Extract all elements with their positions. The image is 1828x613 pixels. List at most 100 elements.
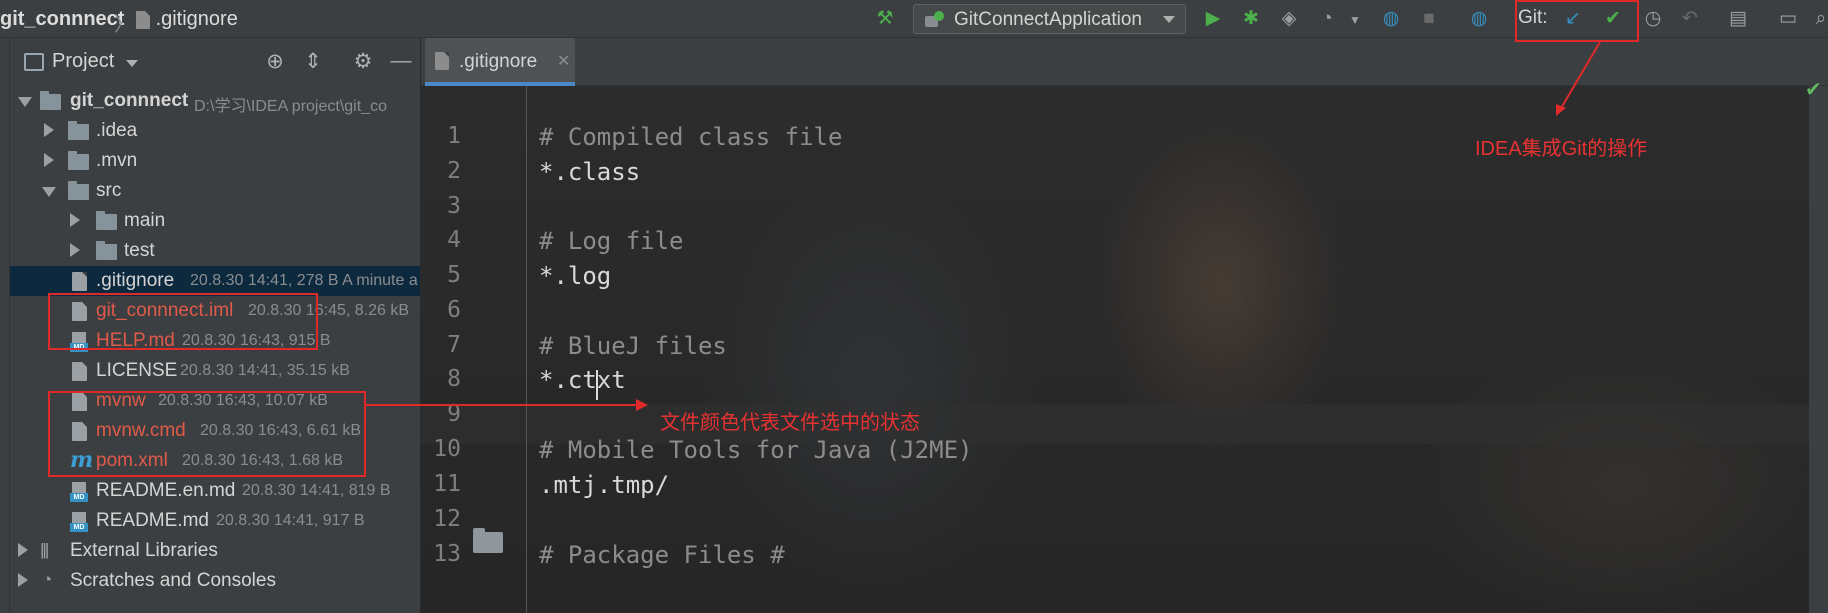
history-clock-icon[interactable]: ◷ (1640, 6, 1666, 32)
git-update-icon[interactable]: ↙ (1560, 6, 1586, 32)
gauge-icon[interactable]: ◍ (1378, 6, 1404, 32)
collapsed-arrow-icon[interactable] (18, 573, 28, 587)
tree-item-meta: 20.8.30 16:45, 8.26 kB (248, 302, 410, 319)
speedometer-icon[interactable]: ◍ (1466, 6, 1492, 32)
scratches-icon: ◔ (42, 570, 52, 589)
collapsed-arrow-icon[interactable] (70, 243, 80, 257)
library-icon: ||| (40, 540, 49, 559)
tree-item-label: .gitignore (96, 270, 175, 291)
chevron-down-icon (1163, 16, 1175, 23)
tree-item-mvnw-cmd[interactable]: mvnw.cmd 20.8.30 16:43, 6.61 kB (10, 416, 420, 446)
expand-arrow-icon[interactable] (42, 187, 56, 197)
line-number: 3 (447, 193, 461, 219)
line-number: 1 (447, 123, 461, 149)
breadcrumb-file-label: .gitignore (155, 8, 238, 30)
line-number: 6 (447, 297, 461, 323)
tree-item-readme[interactable]: MD README.md 20.8.30 14:41, 917 B (10, 506, 420, 536)
tree-item-test[interactable]: test (10, 236, 420, 266)
tree-item-meta: 20.8.30 16:43, 10.07 kB (158, 392, 328, 409)
locate-target-icon[interactable]: ⊕ (262, 49, 288, 74)
tree-item-help-md[interactable]: MD HELP.md 20.8.30 16:43, 915 B (10, 326, 420, 356)
tree-item-src[interactable]: src (10, 176, 420, 206)
code-line[interactable]: *.log (539, 262, 611, 290)
hide-panel-icon[interactable]: — (388, 49, 414, 73)
tree-item-label: README.md (96, 510, 209, 531)
tree-item-scratches[interactable]: ◔ Scratches and Consoles (10, 566, 420, 596)
tool-window-strip (0, 38, 10, 613)
tree-item-root[interactable]: git_connnect D:\学习\IDEA project\git_co (10, 86, 420, 116)
tree-item-pom[interactable]: m pom.xml 20.8.30 16:43, 1.68 kB (10, 446, 420, 476)
gear-icon[interactable]: ⚙ (350, 49, 376, 74)
folder-icon (473, 528, 503, 553)
tree-item-mvnw[interactable]: mvnw 20.8.30 16:43, 10.07 kB (10, 386, 420, 416)
chevron-down-icon[interactable]: ▼ (1342, 7, 1368, 33)
breadcrumb-file[interactable]: .gitignore (136, 8, 238, 31)
run-with-coverage-icon[interactable]: ◈ (1276, 6, 1302, 32)
tree-item-iml[interactable]: git_connnect.iml 20.8.30 16:45, 8.26 kB (10, 296, 420, 326)
collapsed-arrow-icon[interactable] (44, 153, 54, 167)
folder-icon (68, 151, 89, 170)
editor-scrollbar-strip[interactable] (1809, 86, 1828, 613)
line-number: 4 (447, 227, 461, 253)
git-commit-check-icon[interactable]: ✔ (1600, 6, 1626, 32)
debug-bug-icon[interactable]: ✱ (1238, 6, 1264, 32)
code-line[interactable]: # Mobile Tools for Java (J2ME) (539, 436, 972, 464)
folder-icon (68, 181, 89, 200)
line-number: 5 (447, 262, 461, 288)
tree-item-meta: 20.8.30 16:43, 6.61 kB (200, 422, 362, 439)
breadcrumb-project[interactable]: git_connnect (0, 8, 124, 31)
gitignore-file-icon (136, 10, 150, 29)
rollback-icon[interactable]: ↶ (1677, 6, 1703, 32)
folder-icon (96, 211, 117, 230)
navigation-toolbar: git_connnect 〉 .gitignore ⚒ GitConnectAp… (0, 0, 1828, 38)
stop-icon[interactable]: ■ (1416, 6, 1442, 32)
project-panel-title[interactable]: Project (52, 50, 114, 73)
folder-icon (96, 241, 117, 260)
code-line[interactable]: # Compiled class file (539, 123, 842, 151)
collapsed-arrow-icon[interactable] (70, 213, 80, 227)
tree-item-main[interactable]: main (10, 206, 420, 236)
line-number: 7 (447, 332, 461, 358)
tree-item-label: pom.xml (96, 450, 168, 471)
collapse-all-icon[interactable]: ⇕ (300, 49, 326, 74)
text-file-icon (72, 362, 87, 381)
code-line[interactable]: *.class (539, 158, 640, 186)
code-line[interactable]: *.ctxt (539, 366, 626, 394)
tree-item-meta: 20.8.30 16:43, 915 B (182, 332, 331, 349)
project-structure-icon[interactable]: ▤ (1725, 6, 1751, 32)
code-line[interactable]: # Package Files # (539, 541, 785, 569)
code-line[interactable]: # Log file (539, 227, 684, 255)
tree-item-label: README.en.md (96, 480, 236, 501)
project-panel-header: Project ⊕ ⇕ ⚙ — (10, 38, 420, 86)
editor-tab-bar: .gitignore ✕ (421, 38, 1828, 86)
tree-item-label: HELP.md (96, 330, 175, 351)
git-operations-annotation: IDEA集成Git的操作 (1475, 138, 1648, 160)
tree-item-gitignore[interactable]: .gitignore 20.8.30 14:41, 278 B A minute… (10, 266, 420, 296)
line-number: 8 (447, 366, 461, 392)
code-line[interactable]: .mtj.tmp/ (539, 471, 669, 499)
tree-item-license[interactable]: LICENSE 20.8.30 14:41, 35.15 kB (10, 356, 420, 386)
search-everywhere-icon[interactable]: ⌕ (1808, 6, 1828, 32)
run-icon[interactable]: ▶ (1200, 6, 1226, 32)
presentation-icon[interactable]: ▭ (1775, 6, 1801, 32)
expand-arrow-icon[interactable] (18, 97, 32, 107)
cmd-file-icon (72, 422, 87, 441)
code-line[interactable]: # BlueJ files (539, 332, 727, 360)
profiler-icon[interactable]: ◔ (1314, 6, 1340, 32)
tree-item-label: mvnw.cmd (96, 420, 186, 441)
tree-item-readme-en[interactable]: MD README.en.md 20.8.30 14:41, 819 B (10, 476, 420, 506)
close-icon[interactable]: ✕ (557, 51, 570, 71)
tree-item-label: src (96, 180, 122, 201)
tab-gitignore[interactable]: .gitignore ✕ (425, 38, 575, 86)
run-configuration-select[interactable]: GitConnectApplication (913, 4, 1186, 34)
tree-item-mvn[interactable]: .mvn (10, 146, 420, 176)
tree-item-label: Scratches and Consoles (70, 570, 276, 591)
collapsed-arrow-icon[interactable] (18, 543, 28, 557)
collapsed-arrow-icon[interactable] (44, 123, 54, 137)
chevron-down-icon[interactable] (126, 60, 138, 67)
tree-item-external-libraries[interactable]: ||| External Libraries (10, 536, 420, 566)
line-number: 9 (447, 401, 461, 427)
build-hammer-icon[interactable]: ⚒ (872, 6, 898, 32)
spring-config-icon (925, 11, 944, 27)
tree-item-idea[interactable]: .idea (10, 116, 420, 146)
